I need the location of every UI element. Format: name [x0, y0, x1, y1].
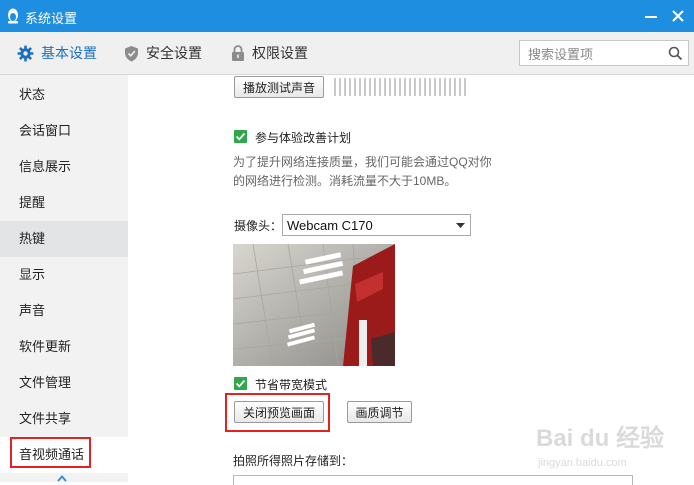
window-title: 系统设置 [25, 11, 78, 26]
highlight-box-av-call [10, 437, 91, 468]
tab-permission-settings[interactable]: 权限设置 [231, 32, 308, 74]
sidebar-item-reminder[interactable]: 提醒 [0, 185, 128, 221]
search-input[interactable] [526, 45, 660, 63]
svg-text:Bai du 经验: Bai du 经验 [536, 424, 664, 452]
search-box[interactable] [519, 40, 689, 66]
tab-security-settings-label: 安全设置 [146, 45, 202, 61]
bandwidth-saving-label: 节省带宽模式 [255, 378, 328, 392]
experience-plan-label: 参与体验改善计划 [255, 131, 352, 145]
svg-text:jingyan.baidu.com: jingyan.baidu.com [537, 457, 627, 469]
sidebar-item-hotkeys[interactable]: 热键 [0, 221, 128, 257]
play-test-sound-button[interactable]: 播放测试声音 [234, 76, 324, 98]
gear-icon [17, 45, 34, 61]
sidebar-item-file-sharing[interactable]: 文件共享 [0, 401, 128, 437]
lock-icon [232, 44, 244, 61]
minimize-icon[interactable] [641, 6, 661, 26]
baidu-jingyan-watermark: Bai du 经验 jingyan.baidu.com [536, 424, 664, 469]
experience-plan-description: 为了提升网络连接质量，我们可能会通过QQ对你的网络进行检测。消耗流量不大于10M… [233, 155, 492, 188]
camera-label: 摄像头： [234, 219, 283, 233]
tab-permission-settings-label: 权限设置 [252, 45, 308, 61]
tab-security-settings[interactable]: 安全设置 [124, 32, 202, 74]
bandwidth-saving-checkbox[interactable] [234, 377, 247, 390]
chevron-down-icon [456, 223, 465, 228]
sidebar-item-chat-window[interactable]: 会话窗口 [0, 113, 128, 149]
search-icon[interactable] [668, 46, 683, 61]
sidebar-item-sound[interactable]: 声音 [0, 293, 128, 329]
camera-selected-value: Webcam C170 [287, 218, 373, 233]
experience-plan-checkbox[interactable] [234, 130, 247, 143]
close-icon[interactable] [668, 6, 688, 26]
title-bar: 系统设置 [0, 0, 694, 32]
checkmark-icon [235, 379, 246, 388]
sidebar-item-display[interactable]: 显示 [0, 257, 128, 293]
tab-basic-settings-label: 基本设置 [41, 45, 97, 61]
settings-sidebar: 状态 会话窗口 信息展示 提醒 热键 显示 声音 软件更新 文件管理 文件共享 … [0, 75, 128, 482]
scroll-down-arrow-icon[interactable] [57, 475, 67, 482]
camera-select[interactable]: Webcam C170 [282, 214, 471, 236]
sidebar-item-status[interactable]: 状态 [0, 77, 128, 113]
photo-save-path-label: 拍照所得照片存储到： [233, 454, 354, 468]
checkmark-icon [235, 132, 246, 141]
settings-tab-bar: 基本设置 安全设置 权限设置 [0, 32, 694, 75]
image-quality-button[interactable]: 画质调节 [347, 401, 412, 423]
sidebar-item-info-display[interactable]: 信息展示 [0, 149, 128, 185]
photo-save-path-field[interactable] [233, 475, 633, 485]
highlight-box-close-preview [225, 393, 330, 432]
sidebar-item-file-management[interactable]: 文件管理 [0, 365, 128, 401]
shield-icon [125, 45, 138, 61]
camera-preview-image [233, 244, 395, 366]
volume-level-meter [334, 78, 469, 96]
tab-basic-settings[interactable]: 基本设置 [17, 32, 97, 74]
qq-penguin-icon [8, 8, 18, 24]
sidebar-item-software-update[interactable]: 软件更新 [0, 329, 128, 365]
